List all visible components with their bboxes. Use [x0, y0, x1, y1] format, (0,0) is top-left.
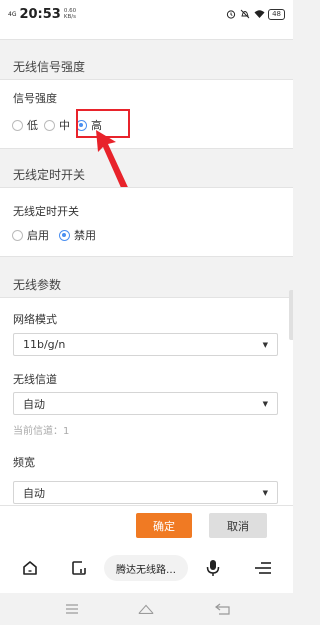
signal-strength-label: 信号强度: [13, 92, 57, 105]
wireless-params-card: 网络模式 11b/g/n ▼ 无线信道 自动 ▼ 当前信道：1 频宽 自动 ▼: [0, 297, 293, 507]
channel-label: 无线信道: [13, 373, 57, 386]
home-icon[interactable]: [21, 559, 39, 577]
net-speed-unit: KB/s: [63, 14, 77, 20]
chevron-down-icon: ▼: [262, 399, 268, 408]
nav-back-icon[interactable]: [215, 601, 231, 617]
current-channel-hint: 当前信道：1: [13, 426, 70, 437]
tabs-icon[interactable]: [70, 559, 88, 577]
section-title-wireless-timer: 无线定时开关: [13, 168, 86, 182]
browser-toolbar: 腾达无线路…: [0, 543, 293, 593]
microphone-icon[interactable]: [204, 559, 222, 577]
radio-enable[interactable]: [12, 229, 23, 241]
url-pill[interactable]: 腾达无线路…: [104, 555, 188, 581]
network-mode-value: 11b/g/n: [23, 338, 66, 351]
section-title-signal-strength: 无线信号强度: [13, 60, 86, 74]
alarm-icon: [226, 9, 236, 19]
radio-label-enable: 启用: [27, 229, 49, 242]
radio-option-enable[interactable]: 启用: [12, 227, 49, 243]
bandwidth-label: 频宽: [13, 456, 35, 469]
previous-card: [0, 28, 293, 40]
bandwidth-select[interactable]: 自动 ▼: [13, 481, 278, 504]
chevron-down-icon: ▼: [262, 340, 268, 349]
signal-strength-card: 信号强度 低 中 高: [0, 79, 293, 149]
radio-label-low: 低: [27, 119, 38, 132]
radio-option-low[interactable]: 低: [12, 117, 38, 133]
nav-menu-icon[interactable]: [64, 601, 80, 617]
radio-low[interactable]: [12, 119, 23, 131]
system-nav-bar: [0, 593, 293, 625]
nav-home-icon[interactable]: [138, 601, 154, 617]
radio-label-medium: 中: [59, 119, 70, 132]
action-bar: 确定 取消: [0, 505, 293, 543]
network-mode-select[interactable]: 11b/g/n ▼: [13, 333, 278, 356]
battery-indicator: 48: [268, 8, 285, 20]
menu-icon[interactable]: [254, 559, 272, 577]
radio-label-disable: 禁用: [74, 229, 96, 242]
net-speed: 0.60 KB/s: [64, 8, 76, 20]
radio-disable[interactable]: [59, 229, 70, 241]
channel-select[interactable]: 自动 ▼: [13, 392, 278, 415]
radio-option-medium[interactable]: 中: [44, 117, 70, 133]
wireless-timer-card: 无线定时开关 启用 禁用: [0, 187, 293, 257]
wireless-timer-label: 无线定时开关: [13, 205, 79, 218]
network-mode-label: 网络模式: [13, 313, 57, 326]
scroll-handle[interactable]: [289, 290, 293, 340]
wifi-icon: [254, 9, 265, 19]
radio-option-disable[interactable]: 禁用: [59, 227, 96, 243]
confirm-button[interactable]: 确定: [136, 513, 192, 538]
section-title-wireless-params: 无线参数: [13, 278, 62, 292]
signal-indicator: 4G: [8, 10, 17, 18]
status-time: 20:53: [19, 6, 61, 22]
channel-value: 自动: [23, 397, 45, 411]
radio-medium[interactable]: [44, 119, 55, 131]
wireless-timer-options: 启用 禁用: [12, 227, 102, 243]
chevron-down-icon: ▼: [262, 488, 268, 497]
bandwidth-value: 自动: [23, 486, 45, 500]
mute-icon: [240, 9, 250, 19]
cancel-button[interactable]: 取消: [209, 513, 267, 538]
status-bar: 4G 20:53 0.60 KB/s 48: [0, 0, 293, 28]
